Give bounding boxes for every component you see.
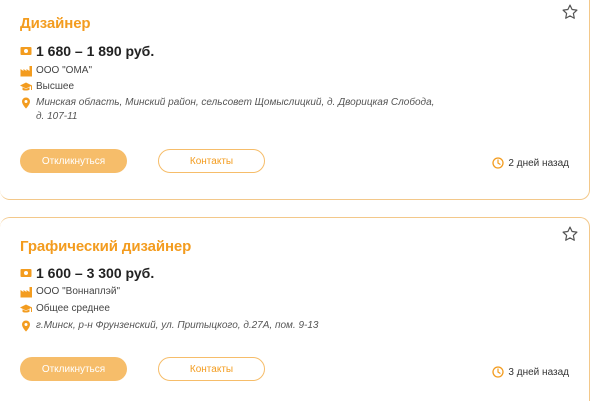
salary-row: 1 600 – 3 300 руб. (20, 265, 154, 281)
education-row: Высшее (20, 80, 74, 93)
factory-icon (20, 66, 32, 77)
education-row: Общее среднее (20, 302, 110, 315)
location-pin-icon (22, 320, 30, 332)
vacancy-card[interactable]: Графический дизайнер 1 600 – 3 300 руб. … (0, 217, 590, 401)
respond-button[interactable]: Откликнуться (20, 357, 127, 381)
posted-time: 2 дней назад (492, 157, 569, 169)
vacancy-title[interactable]: Дизайнер (20, 15, 91, 32)
vacancy-card[interactable]: Дизайнер 1 680 – 1 890 руб. ООО "ОМА" Вы… (0, 0, 590, 200)
address-row: г.Минск, р-н Фрунзенский, ул. Притыцкого… (20, 319, 436, 333)
graduation-cap-icon (20, 304, 32, 313)
company-row: ООО "Воннаплэй" (20, 285, 120, 298)
company-name[interactable]: ООО "Воннаплэй" (36, 285, 120, 298)
vacancy-title[interactable]: Графический дизайнер (20, 238, 191, 255)
company-row: ООО "ОМА" (20, 64, 92, 77)
factory-icon (20, 287, 32, 298)
posted-time: 3 дней назад (492, 366, 569, 378)
posted-label: 2 дней назад (508, 157, 569, 169)
clock-icon (492, 366, 505, 378)
posted-label: 3 дней назад (508, 366, 569, 378)
education-level: Высшее (36, 81, 75, 92)
address: Минская область, Минский район, сельсове… (36, 97, 435, 122)
contacts-button[interactable]: Контакты (158, 149, 265, 173)
graduation-cap-icon (20, 82, 32, 91)
money-icon (20, 47, 32, 55)
respond-button[interactable]: Откликнуться (20, 149, 127, 173)
company-name[interactable]: ООО "ОМА" (36, 64, 92, 77)
money-icon (20, 269, 32, 277)
clock-icon (492, 157, 505, 169)
address-row: Минская область, Минский район, сельсове… (20, 96, 436, 124)
address: г.Минск, р-н Фрунзенский, ул. Притыцкого… (36, 320, 319, 331)
location-pin-icon (22, 97, 30, 109)
salary-row: 1 680 – 1 890 руб. (20, 43, 154, 59)
education-level: Общее среднее (36, 303, 110, 314)
star-icon[interactable] (561, 225, 579, 243)
star-icon[interactable] (561, 3, 579, 21)
salary: 1 680 – 1 890 руб. (36, 43, 155, 59)
contacts-button[interactable]: Контакты (158, 357, 265, 381)
salary: 1 600 – 3 300 руб. (36, 265, 155, 281)
